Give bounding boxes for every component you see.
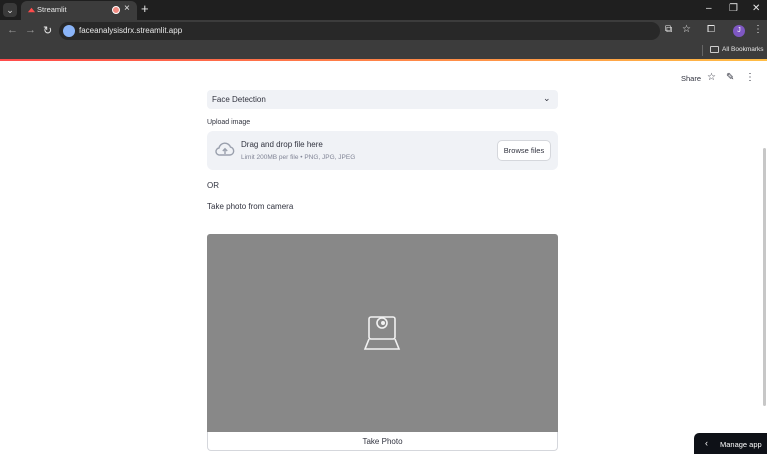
- bookmarks-bar: All Bookmarks: [0, 42, 767, 59]
- streamlit-favicon-icon: [27, 7, 36, 13]
- streamlit-decoration-bar: [0, 59, 767, 61]
- extensions-icon[interactable]: ⧠: [707, 24, 715, 35]
- reload-button[interactable]: ↻: [43, 24, 52, 37]
- profile-avatar[interactable]: J: [733, 25, 745, 37]
- url-text[interactable]: faceanalysisdrx.streamlit.app: [79, 26, 182, 35]
- page-scrollbar[interactable]: [763, 148, 766, 406]
- cloud-upload-icon: [215, 142, 235, 156]
- back-button[interactable]: ←: [7, 24, 18, 36]
- browser-toolbar: ← → ↻ faceanalysisdrx.streamlit.app ⧉ ☆ …: [0, 20, 767, 42]
- mode-selectbox[interactable]: Face Detection ⌄: [207, 90, 558, 109]
- tab-close-icon[interactable]: ×: [124, 3, 130, 14]
- or-text: OR: [207, 181, 219, 190]
- bookmark-star-icon[interactable]: ☆: [682, 24, 691, 35]
- site-info-icon[interactable]: [63, 25, 75, 37]
- edit-pencil-icon[interactable]: ✎: [726, 72, 734, 83]
- manage-app-label: Manage app: [720, 440, 762, 449]
- browse-files-button[interactable]: Browse files: [497, 140, 551, 161]
- manage-app-button[interactable]: ‹ Manage app: [694, 433, 767, 454]
- browser-tab-streamlit[interactable]: Streamlit ×: [21, 1, 137, 20]
- camera-laptop-icon: [363, 316, 401, 350]
- dropzone-title: Drag and drop file here: [241, 140, 323, 149]
- file-dropzone[interactable]: Drag and drop file here Limit 200MB per …: [207, 131, 558, 170]
- folder-icon: [710, 46, 719, 53]
- minimize-window-button[interactable]: –: [706, 3, 712, 14]
- tab-search-chevron-icon[interactable]: ⌄: [3, 3, 17, 17]
- share-button[interactable]: Share: [681, 74, 701, 83]
- dropzone-limit-text: Limit 200MB per file • PNG, JPG, JPEG: [241, 154, 356, 161]
- new-tab-button[interactable]: +: [141, 1, 149, 16]
- upload-image-label: Upload image: [207, 119, 251, 126]
- address-bar[interactable]: faceanalysisdrx.streamlit.app: [59, 22, 660, 40]
- restore-window-button[interactable]: ❐: [729, 3, 738, 14]
- tab-title: Streamlit: [37, 5, 67, 14]
- forward-button[interactable]: →: [25, 24, 36, 36]
- browser-tab-strip: ⌄ Streamlit × + – ❐ ✕: [0, 0, 767, 20]
- chevron-left-icon: ‹: [705, 438, 708, 448]
- cast-icon[interactable]: ⧉: [665, 24, 672, 35]
- selectbox-value: Face Detection: [212, 95, 266, 104]
- take-photo-button[interactable]: Take Photo: [207, 432, 558, 451]
- browser-menu-icon[interactable]: ⋮: [753, 24, 763, 35]
- close-window-button[interactable]: ✕: [752, 3, 760, 14]
- camera-input-label: Take photo from camera: [207, 202, 294, 211]
- star-icon[interactable]: ☆: [707, 72, 716, 83]
- camera-preview: [207, 234, 558, 432]
- main-menu-icon[interactable]: ⋮: [745, 72, 755, 83]
- all-bookmarks-link[interactable]: All Bookmarks: [722, 46, 764, 53]
- recording-indicator-icon: [112, 6, 120, 14]
- bookmarks-divider: [702, 45, 703, 56]
- chevron-down-icon[interactable]: ⌄: [543, 93, 551, 104]
